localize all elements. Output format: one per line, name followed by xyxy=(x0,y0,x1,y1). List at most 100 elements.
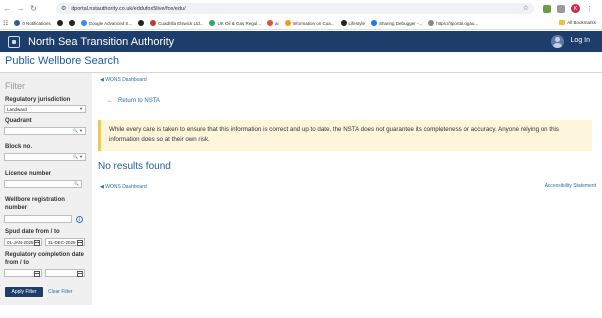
favicon-icon xyxy=(150,20,157,26)
spud-label: Spud date from / to xyxy=(5,229,60,235)
filter-sidebar: Filter Regulatory jurisdiction Landward … xyxy=(0,73,92,305)
bookmark-item[interactable]: UK Oil & Gas Regul... xyxy=(209,20,261,26)
spud-to-input[interactable]: 31-DEC-2025 xyxy=(45,238,85,246)
jurisdiction-label: Regulatory jurisdiction xyxy=(5,97,71,103)
search-icon[interactable]: 🔍 xyxy=(73,154,78,159)
extension-icon[interactable] xyxy=(543,4,551,13)
bookmark-label: Sharing Debugger -... xyxy=(379,20,423,26)
disclaimer-notice: While every care is taken to ensure that… xyxy=(98,120,592,151)
clear-filter-link[interactable]: Clear Filter xyxy=(48,289,72,295)
favicon-icon xyxy=(266,20,273,26)
bookmarks-bar: ☷ 0 Notifications Google Advanced S... Cua… xyxy=(0,17,602,30)
bookmark-item[interactable]: 0 Notifications xyxy=(14,20,51,26)
completion-to-input[interactable] xyxy=(45,269,85,277)
left-triangle-icon: ◀ xyxy=(100,77,104,83)
profile-avatar[interactable]: K xyxy=(571,4,580,13)
forward-arrow-icon[interactable]: → xyxy=(15,3,26,14)
puzzle-icon[interactable] xyxy=(557,4,565,13)
bookmark-list: 0 Notifications Google Advanced S... Cuadr… xyxy=(14,20,478,26)
search-icon[interactable]: 🔍 xyxy=(74,181,79,186)
bookmark-item[interactable] xyxy=(68,20,75,26)
favicon-icon xyxy=(284,20,291,26)
completion-label: Regulatory completion date from / to xyxy=(5,252,85,266)
block-label: Block no. xyxy=(5,144,33,150)
favicon-icon xyxy=(340,20,347,26)
bookmark-item[interactable]: Information on Cua... xyxy=(284,20,335,26)
menu-icon[interactable]: ⋮ xyxy=(586,5,593,13)
browser-toolbar: ← → ↻ ⚙ itportal.nstauthority.co.uk/eddu… xyxy=(0,0,602,17)
favicon-icon xyxy=(68,20,75,26)
favicon-icon xyxy=(428,20,435,26)
back-arrow-icon: ← xyxy=(107,98,117,104)
calendar-icon[interactable] xyxy=(77,271,83,277)
bookmark-item[interactable]: Cuadrilla Elswick Ltd... xyxy=(150,20,203,26)
bookmark-item[interactable]: Sharing Debugger -... xyxy=(371,20,422,26)
bookmark-item[interactable] xyxy=(138,20,145,26)
bookmark-item[interactable]: Lifestyle xyxy=(340,20,366,26)
site-header: North Sea Transition Authority Log In xyxy=(0,31,602,52)
left-triangle-icon: ◀ xyxy=(100,184,104,190)
address-bar[interactable]: ⚙ itportal.nstauthority.co.uk/eddufox5li… xyxy=(56,3,534,14)
favicon-icon xyxy=(371,20,378,26)
reload-icon[interactable]: ↻ xyxy=(28,3,39,14)
login-link[interactable]: Log In xyxy=(571,37,590,44)
wellbore-input[interactable] xyxy=(4,215,72,223)
crest-logo-icon xyxy=(8,35,20,48)
licence-label: Licence number xyxy=(5,171,52,177)
bookmark-label: ai xyxy=(274,20,279,26)
url-text: itportal.nstauthority.co.uk/eddufox5live… xyxy=(71,5,186,12)
favicon-icon xyxy=(80,20,87,26)
org-name: North Sea Transition Authority xyxy=(28,35,175,48)
licence-input[interactable]: 🔍 xyxy=(4,180,82,188)
bookmark-label: UK Oil & Gas Regul... xyxy=(217,20,261,26)
wons-dashboard-link[interactable]: ◀ WONS Dashboard xyxy=(100,77,147,83)
jurisdiction-value: Landward xyxy=(7,106,27,112)
no-results-message: No results found xyxy=(98,161,171,172)
bookmark-item[interactable] xyxy=(56,20,63,26)
filter-heading: Filter xyxy=(5,81,25,91)
calendar-icon[interactable] xyxy=(34,271,40,277)
bookmark-label: Information on Cua... xyxy=(292,20,335,26)
bookmark-item[interactable]: Google Advanced S... xyxy=(80,20,133,26)
accessibility-statement-link[interactable]: Accessibility Statement xyxy=(545,183,596,189)
toolbar-actions: K ⋮ xyxy=(543,3,593,14)
wons-dashboard-link-bottom[interactable]: ◀ WONS Dashboard xyxy=(100,184,147,190)
folder-icon xyxy=(559,20,566,25)
bookmark-label: Google Advanced S... xyxy=(88,20,133,26)
calendar-icon[interactable] xyxy=(34,240,40,246)
favicon-icon xyxy=(209,20,216,26)
spud-from-input[interactable]: 01-JAN-2025 xyxy=(4,238,42,246)
favicon-icon xyxy=(14,20,21,26)
bookmark-label: https://itportal.ogau... xyxy=(436,20,479,26)
completion-from-input[interactable] xyxy=(4,269,42,277)
spud-from-value: 01-JAN-2025 xyxy=(7,239,34,245)
favicon-icon xyxy=(138,20,145,26)
chevron-down-icon[interactable]: ▼ xyxy=(79,154,83,159)
quadrant-label: Quadrant xyxy=(5,118,32,124)
all-bookmarks[interactable]: All Bookmarks xyxy=(559,20,596,25)
favicon-icon xyxy=(56,20,63,26)
info-icon[interactable]: i xyxy=(76,216,83,223)
block-input[interactable]: 🔍 ▼ xyxy=(4,153,86,161)
bookmark-label: Cuadrilla Elswick Ltd... xyxy=(158,20,204,26)
page-title: Public Wellbore Search xyxy=(5,55,120,67)
user-icon[interactable] xyxy=(551,35,564,48)
apply-filter-button[interactable]: Apply Filter xyxy=(5,287,43,297)
wellbore-label: Wellbore registration number xyxy=(5,197,65,211)
apps-grid-icon[interactable]: ☷ xyxy=(3,20,8,27)
return-to-nsta-link[interactable]: ← Return to NSTA xyxy=(107,98,160,104)
bookmark-star-icon[interactable]: ☆ xyxy=(523,4,529,12)
chevron-down-icon[interactable]: ▼ xyxy=(79,128,83,133)
bookmark-label: 0 Notifications xyxy=(22,20,51,26)
bookmark-label: Lifestyle xyxy=(348,20,366,26)
bookmark-item[interactable]: ai xyxy=(266,20,279,26)
jurisdiction-select[interactable]: Landward ▼ xyxy=(4,105,86,113)
bookmark-item[interactable]: https://itportal.ogau... xyxy=(428,20,478,26)
search-icon[interactable]: 🔍 xyxy=(73,128,78,133)
spud-to-value: 31-DEC-2025 xyxy=(48,239,76,245)
chevron-down-icon: ▼ xyxy=(79,106,83,111)
site-info-icon[interactable]: ⚙ xyxy=(61,5,66,12)
quadrant-input[interactable]: 🔍 ▼ xyxy=(4,127,86,135)
back-arrow-icon[interactable]: ← xyxy=(2,3,13,14)
calendar-icon[interactable] xyxy=(77,240,83,246)
